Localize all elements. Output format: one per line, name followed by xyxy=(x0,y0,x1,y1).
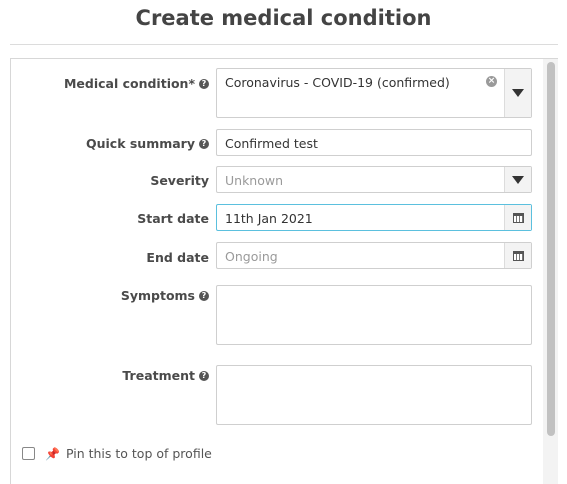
title-divider xyxy=(10,44,558,45)
start-date-input[interactable]: 11th Jan 2021 xyxy=(216,204,532,231)
severity-label: Severity xyxy=(150,173,209,188)
quick-summary-value: Confirmed test xyxy=(225,136,318,151)
medical-condition-value: Coronavirus - COVID-19 (confirmed) xyxy=(225,75,450,90)
quick-summary-input[interactable]: Confirmed test xyxy=(216,129,532,156)
symptoms-label: Symptoms ? xyxy=(121,288,209,303)
help-icon[interactable]: ? xyxy=(199,370,209,381)
pin-checkbox[interactable] xyxy=(22,447,35,460)
help-icon[interactable]: ? xyxy=(199,290,209,301)
caret-down-icon xyxy=(512,89,524,97)
medical-condition-label: Medical condition* ? xyxy=(64,76,209,91)
end-date-input[interactable]: Ongoing xyxy=(216,242,532,269)
medical-condition-select[interactable]: Coronavirus - COVID-19 (confirmed) × xyxy=(216,68,532,118)
severity-placeholder: Unknown xyxy=(225,173,284,188)
caret-down-icon xyxy=(512,175,524,184)
page-title: Create medical condition xyxy=(135,6,432,30)
end-date-placeholder: Ongoing xyxy=(225,249,278,264)
calendar-icon xyxy=(512,212,524,223)
quick-summary-label: Quick summary ? xyxy=(86,136,209,151)
pushpin-icon: 📌 xyxy=(45,446,60,461)
pin-row: 📌 Pin this to top of profile xyxy=(22,446,212,461)
start-date-value: 11th Jan 2021 xyxy=(225,211,313,226)
severity-select[interactable]: Unknown xyxy=(216,166,532,193)
treatment-label: Treatment ? xyxy=(122,368,209,383)
clear-icon[interactable]: × xyxy=(486,76,497,87)
help-icon[interactable]: ? xyxy=(199,78,209,89)
medical-condition-dropdown-button[interactable] xyxy=(504,69,531,117)
start-date-calendar-button[interactable] xyxy=(504,205,531,230)
severity-dropdown-button[interactable] xyxy=(504,167,531,192)
end-date-label: End date xyxy=(146,250,209,265)
scrollbar-thumb[interactable] xyxy=(547,62,555,436)
start-date-label: Start date xyxy=(137,211,209,226)
symptoms-textarea[interactable] xyxy=(216,285,532,345)
treatment-textarea[interactable] xyxy=(216,365,532,425)
pin-label[interactable]: Pin this to top of profile xyxy=(66,446,212,461)
end-date-calendar-button[interactable] xyxy=(504,243,531,268)
help-icon[interactable]: ? xyxy=(199,138,209,149)
calendar-icon xyxy=(512,250,524,261)
